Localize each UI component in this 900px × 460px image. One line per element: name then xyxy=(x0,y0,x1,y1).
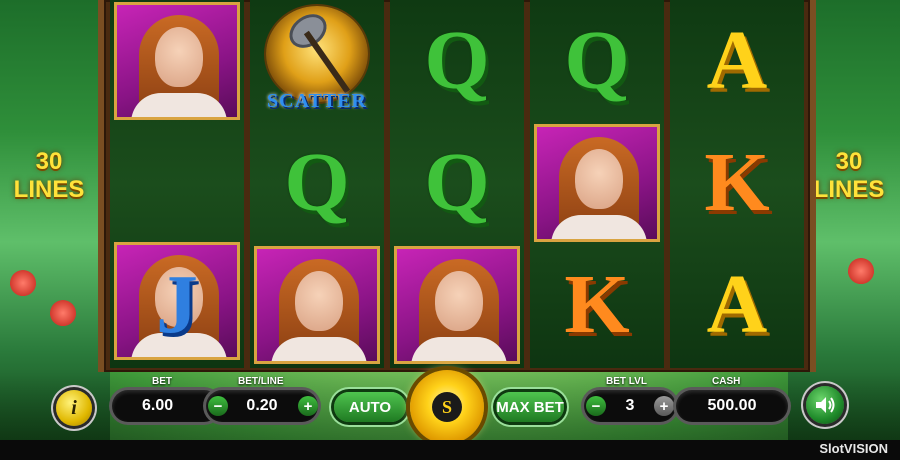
symbol-q: Q xyxy=(394,124,520,242)
spin-button[interactable]: S xyxy=(410,370,484,444)
paylines-indicator-right: 30 LINES xyxy=(804,148,894,204)
symbol-a: A xyxy=(674,2,800,120)
bet-level-plus-button[interactable]: + xyxy=(654,396,674,416)
brand-logo: SlotVISION xyxy=(819,441,888,456)
symbol-woman xyxy=(534,124,660,242)
paylines-word: LINES xyxy=(13,176,85,203)
bet-line-value: 0.20 xyxy=(246,397,278,414)
bet-display: 6.00 xyxy=(112,390,220,422)
cash-label: CASH xyxy=(712,376,741,387)
bet-line-plus-button[interactable]: + xyxy=(298,396,318,416)
symbol-letter: J xyxy=(156,258,198,351)
symbol-letter: A xyxy=(706,258,768,351)
footer-bar xyxy=(0,440,900,460)
cash-display: 500.00 xyxy=(676,390,788,422)
symbol-scatter: SCATTER xyxy=(254,2,380,120)
symbol-k: K xyxy=(534,246,660,364)
scatter-label: SCATTER xyxy=(267,90,367,112)
info-icon: i xyxy=(71,396,77,419)
symbol-woman xyxy=(114,2,240,120)
symbol-woman xyxy=(254,246,380,364)
symbol-letter: K xyxy=(564,258,630,351)
symbol-k: K xyxy=(674,124,800,242)
symbol-letter: Q xyxy=(284,136,350,229)
paylines-indicator-left: 30 LINES xyxy=(4,148,94,204)
axe-icon xyxy=(266,6,368,102)
symbol-q: Q xyxy=(534,2,660,120)
symbol-j: J xyxy=(114,246,240,364)
symbol-q: Q xyxy=(254,124,380,242)
bet-level-label: BET LVL xyxy=(606,376,647,387)
flower-decoration xyxy=(50,300,76,326)
symbol-a: A xyxy=(674,246,800,364)
reel-4: QK xyxy=(530,0,664,368)
bet-value: 6.00 xyxy=(142,397,174,414)
cash-value: 500.00 xyxy=(707,397,757,414)
bet-level-minus-button[interactable]: − xyxy=(586,396,606,416)
symbol-letter: Q xyxy=(424,136,490,229)
bet-line-label: BET/LINE xyxy=(238,376,284,387)
symbol-q: Q xyxy=(394,2,520,120)
symbol-letter: A xyxy=(706,14,768,107)
paylines-count: 30 xyxy=(35,148,63,175)
reel-5: AKA xyxy=(670,0,804,368)
paylines-count: 30 xyxy=(835,148,863,175)
reel-2: SCATTER Q xyxy=(250,0,384,368)
symbol-letter: K xyxy=(704,136,770,229)
symbol-woman xyxy=(394,246,520,364)
reel-3: QQ xyxy=(390,0,524,368)
info-button[interactable]: i xyxy=(56,390,92,426)
max-bet-button[interactable]: MAX BET xyxy=(496,392,564,422)
speaker-icon xyxy=(816,397,835,413)
flower-decoration xyxy=(848,258,874,284)
reel-frame: J SCATTER Q Q Q Q K A K A xyxy=(98,0,816,372)
flower-decoration xyxy=(10,270,36,296)
paylines-word: LINES xyxy=(813,176,885,203)
bet-label: BET xyxy=(152,376,172,387)
reel-1: J xyxy=(110,0,244,368)
bet-level-value: 3 xyxy=(625,397,635,414)
symbol-letter: Q xyxy=(564,14,630,107)
bet-line-minus-button[interactable]: − xyxy=(208,396,228,416)
auto-spin-button[interactable]: AUTO xyxy=(334,392,406,422)
spin-icon: S xyxy=(432,392,462,422)
sound-button[interactable] xyxy=(806,386,844,424)
symbol-letter: Q xyxy=(424,14,490,107)
